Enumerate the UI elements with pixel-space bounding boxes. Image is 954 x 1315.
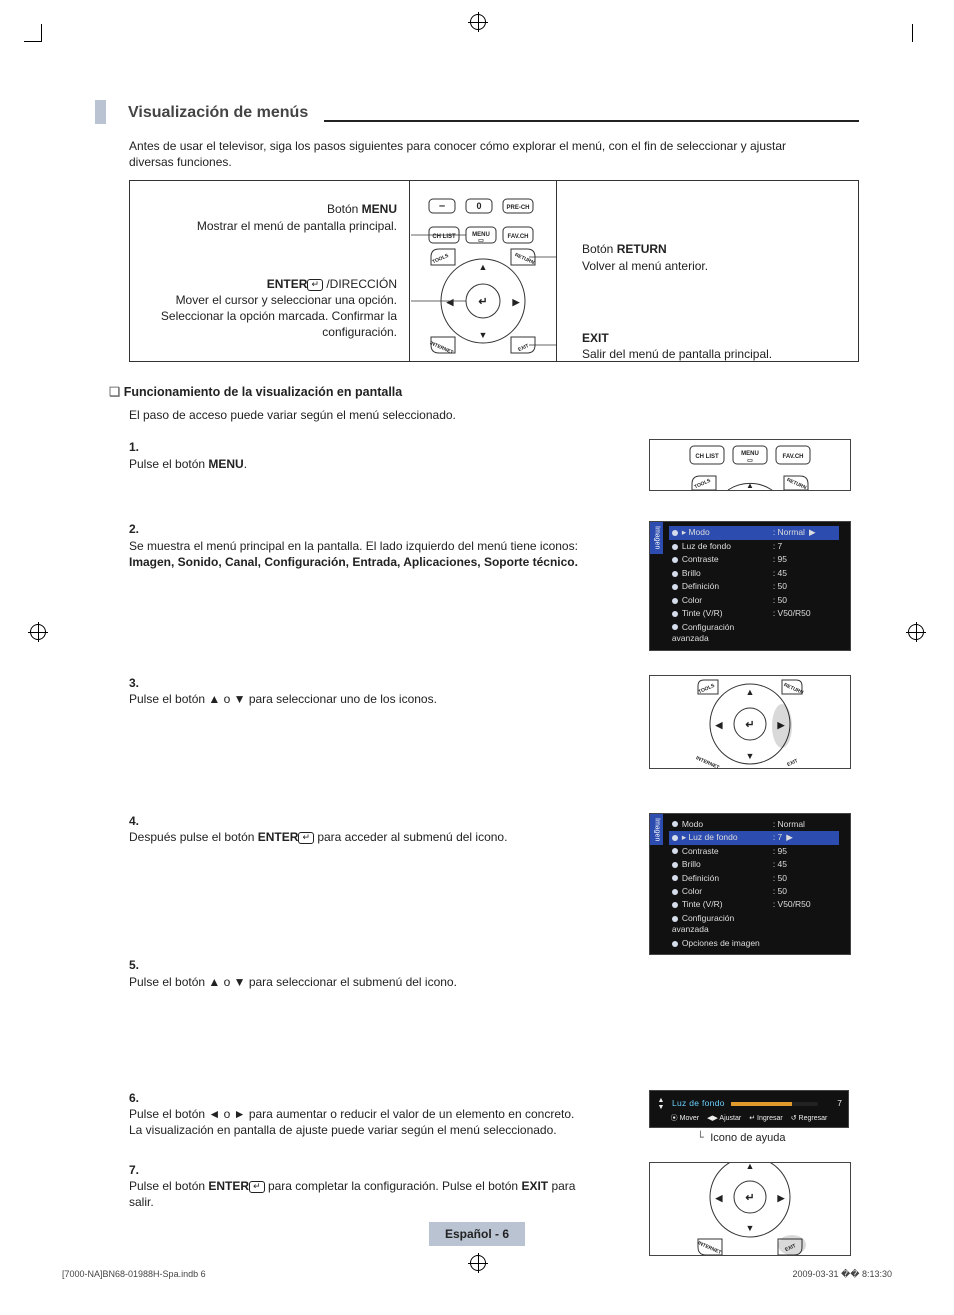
svg-text:▭: ▭ [478, 238, 484, 244]
right-arrow-icon: ▶ [512, 297, 521, 307]
intro-text: Antes de usar el televisor, siga los pas… [129, 138, 809, 170]
left-arrow-icon: ◀ [446, 297, 455, 307]
svg-text:▭: ▭ [747, 458, 753, 464]
section-heading: Visualización de menús [95, 100, 859, 124]
svg-text:▼: ▼ [746, 751, 755, 761]
zero-button: 0 [476, 201, 481, 211]
prech-button: PRE-CH [506, 205, 529, 211]
enter-icon: ↵ [249, 1181, 265, 1193]
svg-text:FAV.CH: FAV.CH [782, 454, 803, 460]
registration-mark [470, 14, 486, 30]
osd-screenshot-submenu: Imagen Modo: Normal▸ Luz de fondo: 7▶Con… [649, 813, 851, 956]
svg-text:◀: ◀ [715, 720, 724, 730]
crop-mark [41, 24, 42, 42]
crop-mark [912, 24, 913, 42]
step-1: 1. Pulse el botón MENU. CH LIST MENU ▭ F… [95, 439, 859, 491]
svg-text:▲: ▲ [746, 481, 754, 490]
svg-text:INTERNET: INTERNET [695, 755, 720, 768]
svg-text:CH LIST: CH LIST [695, 454, 719, 460]
svg-text:▲: ▲ [746, 1163, 755, 1171]
page-badge: Español - 6 [429, 1222, 525, 1246]
heading-rule [324, 120, 859, 122]
diagram-menu-label: Botón MENU Mostrar el menú de pantalla p… [142, 201, 397, 233]
diagram-exit-label: EXIT Salir del menú de pantalla principa… [582, 330, 846, 362]
svg-text:◀: ◀ [715, 1193, 724, 1203]
up-down-icon: ▲▼ [656, 1097, 666, 1111]
registration-mark [30, 624, 46, 640]
step-5: 5. Pulse el botón ▲ o ▼ para seleccionar… [95, 957, 859, 989]
enter-icon: ↵ [298, 832, 314, 844]
enter-button-icon: ↵ [478, 296, 487, 308]
svg-text:MENU: MENU [741, 451, 759, 457]
heading-accent [95, 100, 106, 124]
down-arrow-icon: ▼ [479, 330, 488, 340]
step-2: 2. Se muestra el menú principal en la pa… [95, 521, 859, 650]
svg-text:▲: ▲ [746, 687, 755, 697]
svg-text:▼: ▼ [746, 1223, 755, 1233]
enter-icon: ↵ [307, 279, 323, 291]
step-4: 4. Después pulse el botón ENTER↵ para ac… [95, 813, 859, 956]
print-footer-left: [7000-NA]BN68-01988H-Spa.indb 6 [62, 1268, 206, 1280]
remote-diagram: Botón MENU Mostrar el menú de pantalla p… [129, 180, 859, 362]
slider-track [731, 1102, 818, 1106]
minus-button: – [439, 200, 445, 212]
osd-screenshot-main: Imagen ▸ Modo: Normal▶Luz de fondo: 7Con… [649, 521, 851, 650]
help-caption: Icono de ayuda [649, 1131, 859, 1146]
step-6: 6. Pulse el botón ◄ o ► para aumentar o … [95, 1090, 859, 1146]
help-bar: ⦿ Mover ◀▶ Ajustar ↵ Ingresar ↺ Regresar [656, 1114, 842, 1123]
heading-title: Visualización de menús [128, 102, 308, 124]
svg-text:EXIT: EXIT [786, 758, 799, 768]
subsection-intro: El paso de acceso puede variar según el … [129, 407, 859, 423]
svg-text:↵: ↵ [745, 1192, 754, 1204]
remote-fragment-menu: CH LIST MENU ▭ FAV.CH TOOLS RETURN ▲ [649, 439, 851, 491]
favch-button: FAV.CH [507, 234, 528, 240]
subsection-heading: Funcionamiento de la visualización en pa… [109, 384, 859, 401]
registration-mark [908, 624, 924, 640]
print-footer-right: 2009-03-31 �� 8:13:30 [792, 1268, 892, 1280]
remote-fragment-exit: ↵ ▲ ▼ ◀ ▶ INTERNET EXIT [649, 1162, 851, 1256]
remote-illustration: – 0 PRE-CH CH LIST MENU ▭ FAV.CH TOOLS [411, 181, 557, 361]
remote-fragment-dpad: TOOLS RETURN ↵ ▲ ▼ ◀ ▶ INTERNET EXIT [649, 675, 851, 769]
up-arrow-icon: ▲ [479, 262, 488, 272]
step-3: 3. Pulse el botón ▲ o ▼ para seleccionar… [95, 675, 859, 769]
diagram-enter-label: ENTER↵ /DIRECCIÓN Mover el cursor y sele… [142, 276, 397, 341]
diagram-return-label: Botón RETURN Volver al menú anterior. [582, 241, 846, 273]
crop-mark [24, 41, 42, 42]
registration-mark [470, 1255, 486, 1271]
svg-text:▶: ▶ [777, 1193, 786, 1203]
osd-slider: ▲▼ Luz de fondo 7 ⦿ Mover ◀▶ Ajustar ↵ I… [649, 1090, 849, 1128]
svg-text:↵: ↵ [745, 719, 754, 731]
